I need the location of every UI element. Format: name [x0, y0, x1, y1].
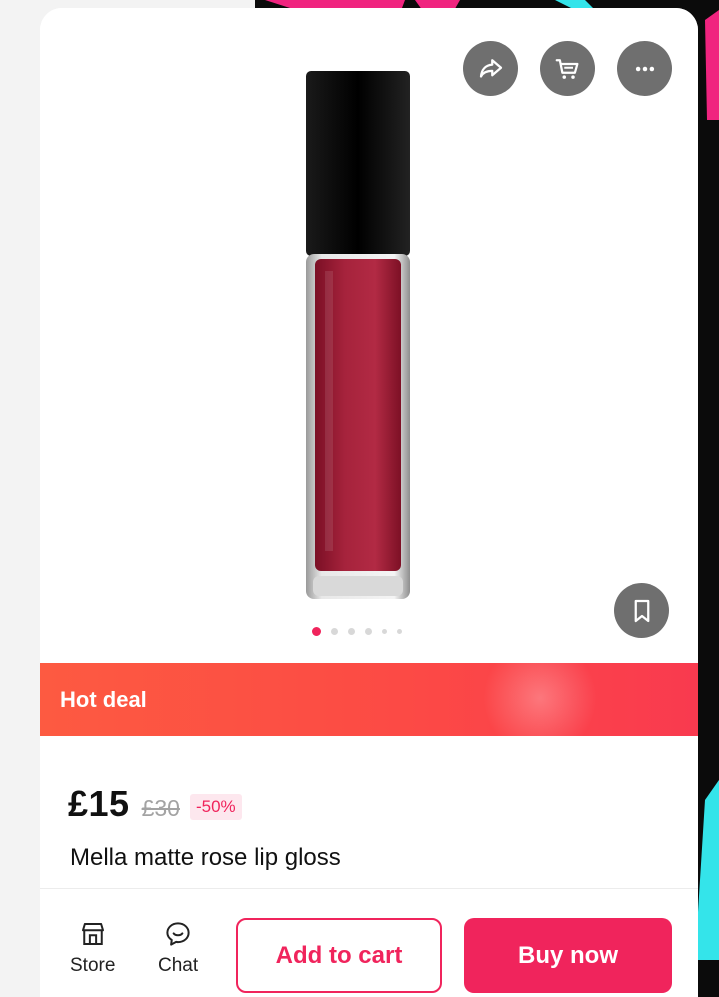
hot-deal-label: Hot deal	[60, 687, 147, 712]
original-price: £30	[141, 795, 180, 821]
product-card: Hot deal £15 £30 -50% Mella matte rose l…	[40, 8, 698, 997]
pagination-dot[interactable]	[382, 629, 387, 634]
gallery-actions	[463, 41, 672, 96]
gallery-pagination	[312, 627, 402, 636]
chat-label: Chat	[158, 955, 199, 976]
cart-button[interactable]	[540, 41, 595, 96]
product-gallery[interactable]	[40, 8, 698, 663]
store-icon	[81, 923, 104, 945]
price-row: £15 £30 -50%	[68, 783, 242, 825]
share-icon	[479, 58, 502, 78]
bottom-action-bar: Store Chat Add to cart Buy now	[40, 888, 698, 997]
chat-icon	[166, 922, 190, 946]
banner-glow	[480, 663, 600, 736]
pagination-dot[interactable]	[348, 628, 355, 635]
bookmark-button[interactable]	[614, 583, 669, 638]
more-icon	[635, 66, 654, 71]
bookmark-icon	[634, 599, 649, 622]
discount-badge: -50%	[189, 794, 242, 820]
pagination-dot[interactable]	[397, 629, 402, 634]
buy-now-button[interactable]: Buy now	[464, 918, 672, 993]
pagination-dot[interactable]	[331, 628, 338, 635]
cart-icon	[555, 58, 578, 79]
hot-deal-banner: Hot deal	[40, 663, 698, 736]
store-button[interactable]: Store	[70, 919, 115, 977]
pagination-dot[interactable]	[312, 627, 321, 636]
add-to-cart-button[interactable]: Add to cart	[236, 918, 442, 993]
pagination-dot[interactable]	[365, 628, 372, 635]
current-price: £15	[68, 783, 130, 824]
more-button[interactable]	[617, 41, 672, 96]
share-button[interactable]	[463, 41, 518, 96]
lip-gloss-tube-image	[306, 71, 410, 599]
product-title: Mella matte rose lip gloss	[70, 844, 341, 871]
chat-button[interactable]: Chat	[158, 919, 198, 977]
store-label: Store	[70, 955, 116, 976]
